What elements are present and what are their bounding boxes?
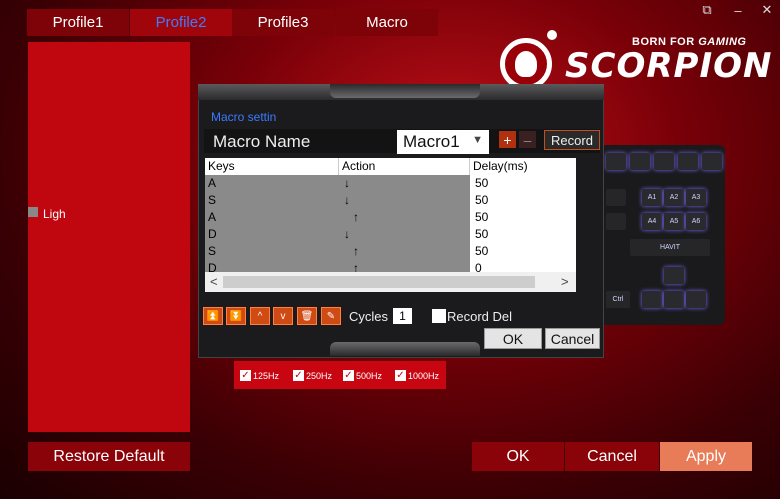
keyboard-key	[642, 291, 662, 308]
tab-profile2[interactable]: Profile2	[130, 9, 232, 36]
keyboard-key	[686, 291, 706, 308]
lighting-label: Ligh	[43, 207, 66, 221]
keyboard-key	[606, 153, 626, 170]
checkbox-checked-icon[interactable]: ✓	[395, 370, 406, 381]
checkbox-checked-icon[interactable]: ✓	[240, 370, 251, 381]
record-delay-checkbox[interactable]	[432, 309, 446, 323]
tab-macro[interactable]: Macro	[336, 9, 438, 36]
checkbox-checked-icon[interactable]: ✓	[343, 370, 354, 381]
delete-event-button[interactable]: 🗑	[297, 307, 317, 325]
cycles-label: Cycles	[349, 309, 389, 324]
delay-cell: 50	[470, 209, 576, 226]
keyboard-badge: HAVIT	[630, 239, 710, 256]
lighting-checkbox[interactable]	[28, 207, 38, 217]
record-delay-label: Record Del	[447, 309, 513, 324]
scrollbar-thumb[interactable]	[223, 276, 535, 288]
polling-1000-option[interactable]: ✓ 1000Hz	[395, 369, 439, 382]
delay-cell: 50	[470, 226, 576, 243]
keyboard-key	[630, 153, 650, 170]
action-cell: ↓	[339, 192, 470, 209]
table-row[interactable]: S ↑ 50	[205, 243, 576, 260]
table-horizontal-scrollbar[interactable]: < >	[205, 272, 576, 292]
move-top-button[interactable]: ⏫	[203, 307, 223, 325]
key-cell: S	[205, 192, 339, 209]
polling-500-option[interactable]: ✓ 500Hz	[343, 369, 382, 382]
restore-window-button[interactable]: ⧉	[696, 2, 718, 18]
macro-select-value: Macro1	[403, 132, 460, 151]
polling-label: 125Hz	[253, 370, 280, 381]
keyboard-key	[678, 153, 698, 170]
move-up-button[interactable]: ^	[250, 307, 270, 325]
move-down-button[interactable]: v	[273, 307, 293, 325]
polling-label: 250Hz	[306, 370, 333, 381]
lighting-panel	[28, 42, 190, 432]
table-row[interactable]: S ↓ 50	[205, 192, 576, 209]
column-header-action: Action	[339, 158, 470, 175]
keyboard-key	[664, 291, 684, 308]
delay-cell: 50	[470, 192, 576, 209]
key-cell: D	[205, 226, 339, 243]
polling-250-option[interactable]: ✓ 250Hz	[293, 369, 332, 382]
keyboard-key	[702, 153, 722, 170]
keyboard-key	[606, 213, 626, 230]
keyboard-key: A6	[686, 213, 706, 230]
minimize-button[interactable]: –	[727, 2, 749, 18]
keyboard-key	[654, 153, 674, 170]
tab-profile1[interactable]: Profile1	[27, 9, 129, 36]
chevron-down-icon: ▼	[472, 134, 483, 146]
keyboard-image: A1 A2 A3 A4 A5 A6 HAVIT Ctrl	[600, 145, 725, 325]
action-cell: ↓	[339, 175, 470, 192]
column-header-delay: Delay(ms)	[473, 159, 528, 173]
add-macro-button[interactable]: +	[499, 131, 516, 148]
scroll-left-icon[interactable]: <	[210, 274, 218, 289]
table-row[interactable]: A ↑ 50	[205, 209, 576, 226]
table-row[interactable]: D ↓ 50	[205, 226, 576, 243]
macro-select[interactable]: Macro1 ▼	[397, 130, 489, 154]
key-cell: S	[205, 243, 339, 260]
table-header: Keys Action Delay(ms)	[205, 158, 576, 175]
macro-settings-title: Macro settin	[211, 110, 277, 124]
column-header-keys: Keys	[205, 158, 339, 175]
dialog-top-grip	[330, 84, 480, 98]
remove-macro-button[interactable]: –	[519, 131, 536, 148]
scroll-right-icon[interactable]: >	[561, 274, 569, 289]
dialog-cancel-button[interactable]: Cancel	[545, 328, 600, 349]
macro-name-label: Macro Name	[213, 132, 311, 151]
keyboard-key: A1	[642, 189, 662, 206]
keyboard-key: Ctrl	[606, 291, 630, 308]
move-bottom-button[interactable]: ⏬	[226, 307, 246, 325]
apply-button[interactable]: Apply	[660, 442, 752, 471]
keyboard-key: A4	[642, 213, 662, 230]
polling-label: 1000Hz	[408, 370, 440, 381]
action-cell: ↑	[339, 243, 470, 260]
action-cell: ↓	[339, 226, 470, 243]
cancel-button[interactable]: Cancel	[565, 442, 659, 471]
keyboard-key: A3	[686, 189, 706, 206]
record-button[interactable]: Record	[544, 130, 600, 150]
delay-cell: 50	[470, 243, 576, 260]
checkbox-checked-icon[interactable]: ✓	[293, 370, 304, 381]
close-window-button[interactable]: ✕	[756, 2, 778, 18]
cycles-input[interactable]: 1	[393, 308, 412, 324]
scorpion-logo-icon	[500, 38, 552, 90]
polling-label: 500Hz	[356, 370, 383, 381]
key-cell: A	[205, 175, 339, 192]
registered-mark-icon	[547, 30, 557, 40]
polling-125-option[interactable]: ✓ 125Hz	[240, 369, 279, 382]
brand-name: SCORPION	[565, 46, 773, 86]
dialog-bottom-grip	[330, 342, 480, 356]
table-row[interactable]: A ↓ 50	[205, 175, 576, 192]
keyboard-key	[606, 189, 626, 206]
ok-button[interactable]: OK	[472, 442, 564, 471]
tab-profile3[interactable]: Profile3	[232, 9, 334, 36]
action-cell: ↑	[339, 209, 470, 226]
keyboard-key: A2	[664, 189, 684, 206]
restore-default-button[interactable]: Restore Default	[28, 442, 190, 471]
dialog-ok-button[interactable]: OK	[484, 328, 542, 349]
key-cell: A	[205, 209, 339, 226]
keyboard-key: A5	[664, 213, 684, 230]
delay-cell: 50	[470, 175, 576, 192]
edit-event-button[interactable]: ✎	[321, 307, 341, 325]
keyboard-key	[664, 267, 684, 284]
